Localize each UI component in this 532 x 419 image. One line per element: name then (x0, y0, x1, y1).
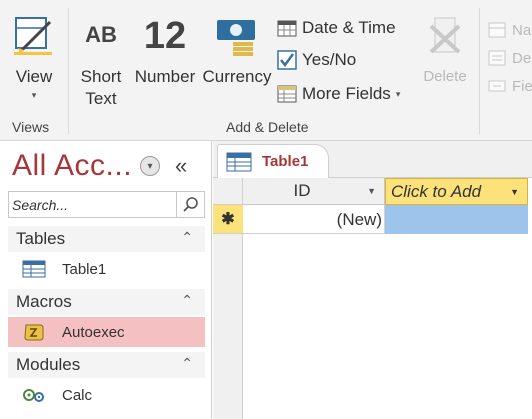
document-area: Table1 ID ▼ Click to Add ▼ ✱ (New) (213, 141, 532, 419)
short-text-label-2: Text (85, 89, 117, 108)
views-group-label: Views (12, 119, 50, 135)
column-header-label: Click to Add (391, 182, 482, 201)
default-value-button[interactable]: De (486, 48, 531, 68)
nav-item-label: Table1 (62, 261, 107, 278)
nav-menu-dropdown-icon[interactable]: ▾ (140, 156, 160, 176)
new-record-marker[interactable]: ✱ (213, 205, 243, 234)
category-label: Modules (16, 355, 81, 374)
document-tab-strip: Table1 (213, 141, 532, 179)
nav-item-calc[interactable]: Calc (8, 380, 205, 410)
more-fields-dropdown-icon: ▾ (395, 88, 401, 99)
name-caption-label: Na (512, 21, 532, 39)
record-selector-strip (213, 234, 243, 419)
new-record-value: (New) (336, 210, 382, 229)
short-text-icon: AB (85, 22, 117, 47)
currency-icon (217, 20, 255, 56)
column-header-click-to-add[interactable]: Click to Add ▼ (385, 178, 528, 205)
short-text-label-1: Short (80, 67, 122, 86)
module-icon (23, 389, 44, 402)
field-size-label: Fie (512, 77, 532, 95)
calendar-icon (276, 18, 298, 38)
collapse-chevron-icon[interactable]: ⌃ (181, 292, 193, 309)
yes-no-label: Yes/No (302, 50, 357, 69)
currency-button[interactable]: Currency (202, 14, 272, 88)
column-header-label: ID (293, 181, 311, 200)
date-time-label: Date & Time (302, 18, 396, 37)
design-view-icon (14, 17, 52, 55)
default-value-icon (486, 48, 508, 68)
more-fields-button[interactable]: More Fields ▾ (276, 84, 400, 104)
collapse-chevron-icon[interactable]: ⌃ (181, 229, 193, 246)
nav-item-label: Calc (62, 387, 93, 404)
category-macros[interactable]: Macros ⌃ (8, 289, 205, 315)
nav-item-autoexec[interactable]: Autoexec (8, 317, 205, 347)
nav-search-box (8, 191, 205, 218)
cell-id-new[interactable]: (New) (243, 205, 385, 234)
delete-button[interactable]: Delete (416, 14, 474, 85)
collapse-pane-icon[interactable]: « (175, 153, 187, 179)
field-size-button[interactable]: Fie (486, 76, 532, 96)
more-fields-icon (276, 84, 298, 104)
checkbox-icon (276, 50, 298, 70)
category-label: Tables (16, 229, 66, 248)
name-caption-icon (486, 20, 508, 40)
number-button[interactable]: 12 Number (131, 14, 199, 88)
add-delete-group-label: Add & Delete (226, 119, 309, 135)
search-icon[interactable] (176, 192, 204, 217)
nav-pane-title[interactable]: All Acc... (12, 149, 132, 183)
navigation-pane: All Acc... ▾ « Tables ⌃ Table1 Macros ⌃ … (0, 141, 212, 419)
table-icon (22, 260, 46, 278)
nav-item-table1[interactable]: Table1 (8, 254, 205, 284)
category-modules[interactable]: Modules ⌃ (8, 352, 205, 378)
cell-click-to-add[interactable] (385, 205, 528, 234)
group-separator (68, 8, 69, 134)
number-label: Number (134, 67, 196, 86)
column-dropdown-icon[interactable]: ▼ (367, 186, 376, 196)
field-size-icon (486, 76, 508, 96)
category-tables[interactable]: Tables ⌃ (8, 226, 205, 252)
yes-no-button[interactable]: Yes/No (276, 50, 356, 70)
tab-table1[interactable]: Table1 (217, 144, 329, 179)
nav-item-label: Autoexec (62, 324, 125, 341)
select-all-corner[interactable] (213, 178, 243, 205)
default-value-label: De (512, 49, 532, 67)
date-time-button[interactable]: Date & Time (276, 18, 396, 38)
view-button[interactable]: View ▾ (6, 14, 62, 101)
group-separator (479, 8, 480, 134)
tab-label: Table1 (262, 153, 309, 170)
column-dropdown-icon[interactable]: ▼ (510, 187, 519, 197)
collapse-chevron-icon[interactable]: ⌃ (181, 355, 193, 372)
category-label: Macros (16, 292, 72, 311)
view-label: View (15, 67, 53, 86)
delete-label: Delete (423, 68, 467, 85)
more-fields-label: More Fields (302, 84, 391, 103)
short-text-button[interactable]: AB Short Text (74, 22, 128, 110)
name-caption-button[interactable]: Na (486, 20, 531, 40)
currency-label: Currency (202, 67, 272, 86)
table-icon (226, 152, 252, 172)
column-header-id[interactable]: ID ▼ (243, 178, 385, 205)
delete-column-icon (429, 17, 461, 54)
ribbon: View ▾ Views AB Short Text 12 Number Cur… (0, 0, 532, 141)
view-dropdown-icon: ▾ (31, 90, 37, 100)
number-icon: 12 (143, 15, 187, 57)
macro-icon (24, 324, 44, 341)
nav-search-input[interactable] (12, 195, 172, 214)
